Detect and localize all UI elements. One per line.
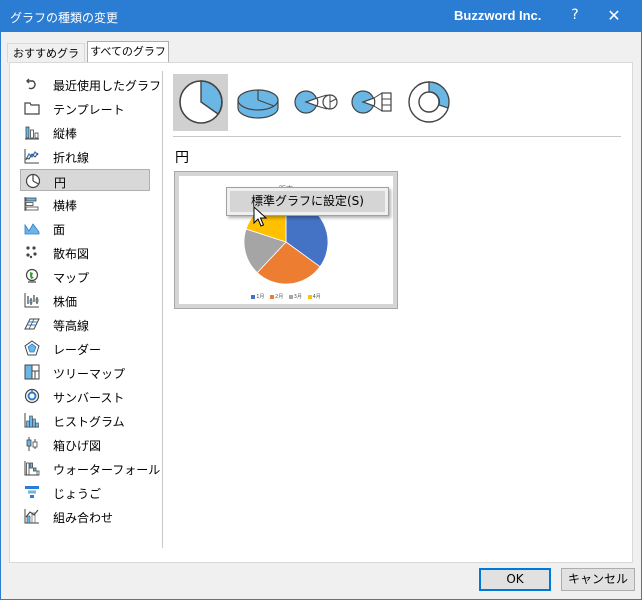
legend-item: 1月 (251, 293, 264, 300)
category-column[interactable]: 縦棒 (20, 121, 150, 143)
subtype-doughnut[interactable] (401, 74, 456, 131)
category-waterfall[interactable]: ウォーターフォール (20, 457, 160, 479)
stock-chart-icon (24, 293, 39, 308)
legend-label: 4月 (312, 294, 321, 300)
pie-of-pie-subtype-icon (294, 90, 338, 114)
all-charts-panel: 最近使用したグラフ テンプレート 縦棒 折れ線 円 横棒 面 散布図 マップ 株… (9, 62, 633, 563)
legend-item: 2月 (270, 293, 283, 300)
category-label: 等高線 (53, 319, 90, 333)
category-treemap[interactable]: ツリーマップ (20, 361, 150, 383)
context-menu: 標準グラフに設定(S) (226, 187, 389, 216)
category-scatter[interactable]: 散布図 (20, 241, 150, 263)
waterfall-chart-icon (24, 461, 40, 476)
legend-swatch (288, 294, 293, 299)
mouse-cursor-icon (253, 206, 267, 227)
category-label: レーダー (53, 343, 102, 357)
scatter-chart-icon (26, 246, 37, 259)
subtype-3d-pie[interactable] (230, 74, 285, 131)
funnel-chart-icon (25, 486, 39, 498)
category-label: 株価 (53, 295, 78, 309)
combo-chart-icon (24, 509, 39, 524)
category-combo[interactable]: 組み合わせ (20, 505, 150, 527)
folder-icon (24, 102, 40, 115)
category-line[interactable]: 折れ線 (20, 145, 150, 167)
category-label: 縦棒 (53, 127, 78, 141)
brand-label: Buzzword Inc. (454, 8, 542, 23)
dialog-title: グラフの種類の変更 (10, 11, 119, 25)
preview-legend: 1月 2月 3月 4月 (179, 293, 393, 300)
legend-swatch (251, 294, 256, 299)
legend-swatch (307, 294, 312, 299)
column-chart-icon (25, 126, 39, 140)
pie-subtype-icon (179, 80, 223, 124)
change-chart-type-dialog: グラフの種類の変更 Buzzword Inc. ? ✕ おすすめグラフ すべての… (0, 0, 642, 600)
category-histogram[interactable]: ヒストグラム (20, 409, 150, 431)
sunburst-chart-icon (24, 388, 40, 404)
title-bar: グラフの種類の変更 Buzzword Inc. ? ✕ (1, 1, 641, 32)
category-label: 面 (53, 223, 66, 237)
subtype-pie[interactable] (173, 74, 228, 131)
category-label: サンバースト (53, 391, 125, 405)
category-label: 組み合わせ (53, 511, 114, 525)
category-radar[interactable]: レーダー (20, 337, 150, 359)
category-label: 箱ひげ図 (53, 439, 102, 453)
legend-item: 4月 (307, 293, 321, 300)
category-templates[interactable]: テンプレート (20, 97, 150, 119)
map-chart-icon (25, 268, 39, 283)
bar-of-pie-subtype-icon (351, 90, 392, 114)
surface-chart-icon (24, 318, 40, 330)
category-label: 散布図 (53, 247, 90, 261)
category-box-whisker[interactable]: 箱ひげ図 (20, 433, 150, 455)
subtype-pie-of-pie[interactable] (287, 74, 342, 131)
category-label: ヒストグラム (53, 415, 125, 429)
subtype-bar-of-pie[interactable] (344, 74, 399, 131)
category-pie[interactable]: 円 (20, 169, 150, 191)
category-label: じょうご (53, 487, 102, 501)
category-stock[interactable]: 株価 (20, 289, 150, 311)
chart-type-heading: 円 (175, 150, 189, 166)
doughnut-subtype-icon (408, 81, 450, 123)
tab-all-charts[interactable]: すべてのグラフ (87, 41, 169, 63)
subtype-divider (173, 136, 621, 137)
help-button[interactable]: ? (567, 7, 583, 23)
panel-divider (162, 71, 163, 548)
category-label: ツリーマップ (53, 367, 126, 381)
category-map[interactable]: マップ (20, 265, 150, 287)
line-chart-icon (24, 149, 39, 164)
ok-button[interactable]: OK (479, 568, 551, 591)
treemap-chart-icon (24, 364, 40, 380)
legend-swatch (270, 294, 275, 299)
category-label: マップ (53, 271, 90, 285)
legend-item: 3月 (288, 293, 302, 300)
category-recent[interactable]: 最近使用したグラフ (20, 73, 161, 95)
pie-chart-icon (25, 173, 41, 189)
category-label: 円 (54, 176, 67, 190)
cancel-button[interactable]: キャンセル (561, 568, 635, 591)
category-label: 横棒 (53, 199, 78, 213)
category-surface[interactable]: 等高線 (20, 313, 150, 335)
legend-label: 2月 (275, 294, 284, 300)
area-chart-icon (24, 223, 40, 235)
category-label: テンプレート (53, 103, 125, 117)
radar-chart-icon (24, 340, 40, 356)
box-whisker-chart-icon (26, 437, 38, 451)
histogram-chart-icon (24, 413, 39, 428)
close-button[interactable]: ✕ (605, 6, 623, 25)
tab-recommended-charts[interactable]: おすすめグラフ (7, 43, 85, 80)
category-label: 折れ線 (53, 151, 90, 165)
category-bar[interactable]: 横棒 (20, 193, 150, 215)
bar-chart-icon (24, 197, 39, 211)
legend-label: 3月 (293, 294, 302, 300)
category-sunburst[interactable]: サンバースト (20, 385, 150, 407)
category-area[interactable]: 面 (20, 217, 150, 239)
3d-pie-subtype-icon (237, 89, 279, 119)
category-funnel[interactable]: じょうご (20, 481, 150, 503)
legend-label: 1月 (256, 294, 265, 300)
category-label: ウォーターフォール (53, 463, 161, 477)
recent-icon (26, 78, 36, 90)
category-label: 最近使用したグラフ (53, 79, 162, 93)
